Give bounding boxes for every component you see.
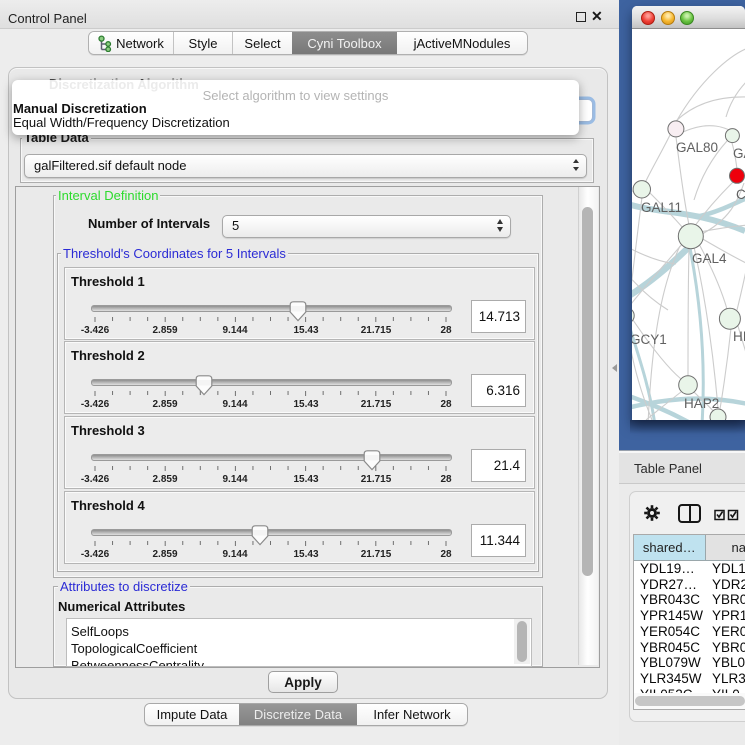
svg-text:GAL80: GAL80 (676, 140, 718, 155)
svg-text:HAP2: HAP2 (684, 396, 719, 411)
svg-text:CD: CD (736, 187, 745, 202)
svg-text:HI: HI (733, 329, 745, 344)
svg-text:GAL4: GAL4 (692, 251, 727, 266)
svg-text:GA: GA (733, 146, 745, 161)
svg-text:GCY1: GCY1 (632, 332, 667, 347)
svg-text:GAL11: GAL11 (641, 200, 682, 215)
